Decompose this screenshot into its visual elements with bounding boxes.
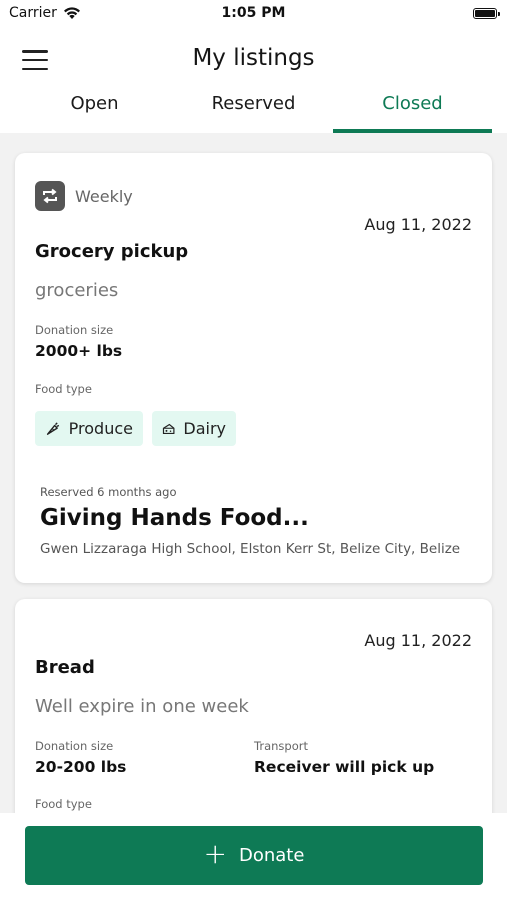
repeat-icon: [35, 181, 65, 211]
battery-icon: [473, 8, 500, 19]
status-bar: Carrier 1:05 PM: [0, 0, 507, 32]
plus-icon: +: [203, 837, 227, 870]
tab-reserved[interactable]: Reserved: [174, 90, 333, 133]
listings-list[interactable]: Weekly Aug 11, 2022 Grocery pickup groce…: [0, 133, 507, 813]
bottom-action-bar: + Donate: [0, 813, 507, 900]
listing-date: Aug 11, 2022: [364, 215, 472, 234]
tab-closed[interactable]: Closed: [333, 90, 492, 133]
reserved-time: Reserved 6 months ago: [40, 485, 177, 499]
donation-size-label: Donation size: [35, 323, 114, 337]
transport-label: Transport: [254, 739, 308, 753]
pickup-address: Gwen Lizzaraga High School, Elston Kerr …: [40, 541, 461, 557]
donation-size-value: 2000+ lbs: [35, 342, 123, 360]
frequency-label: Weekly: [75, 186, 133, 206]
food-type-label-produce: Produce: [68, 419, 133, 438]
listing-title: Bread: [35, 657, 95, 678]
donate-button[interactable]: + Donate: [25, 826, 483, 885]
reserved-by-org[interactable]: Giving Hands Food...: [40, 505, 309, 531]
page-title: My listings: [192, 45, 315, 71]
food-type-label-dairy: Dairy: [183, 419, 226, 438]
transport-value: Receiver will pick up: [254, 758, 435, 776]
cheese-icon: [162, 423, 175, 434]
carrot-icon: [46, 421, 60, 435]
donation-size-label: Donation size: [35, 739, 114, 753]
listing-description: Well expire in one week: [35, 696, 249, 717]
food-type-chip-produce: Produce: [35, 411, 143, 446]
listing-description: groceries: [35, 280, 119, 301]
listing-title: Grocery pickup: [35, 241, 189, 262]
app-header: My listings Open Reserved Closed: [0, 32, 507, 133]
status-time: 1:05 PM: [221, 5, 286, 21]
tab-bar: Open Reserved Closed: [0, 90, 507, 133]
donate-button-label: Donate: [239, 845, 305, 866]
food-type-label: Food type: [35, 797, 92, 811]
donation-size-value: 20-200 lbs: [35, 758, 127, 776]
listing-card[interactable]: Weekly Aug 11, 2022 Grocery pickup groce…: [15, 153, 492, 583]
food-type-chip-dairy: Dairy: [152, 411, 236, 446]
listing-card[interactable]: Aug 11, 2022 Bread Well expire in one we…: [15, 599, 492, 813]
tab-open[interactable]: Open: [15, 90, 174, 133]
listing-date: Aug 11, 2022: [364, 631, 472, 650]
food-type-label: Food type: [35, 382, 92, 396]
frequency-row: Weekly: [35, 181, 133, 211]
